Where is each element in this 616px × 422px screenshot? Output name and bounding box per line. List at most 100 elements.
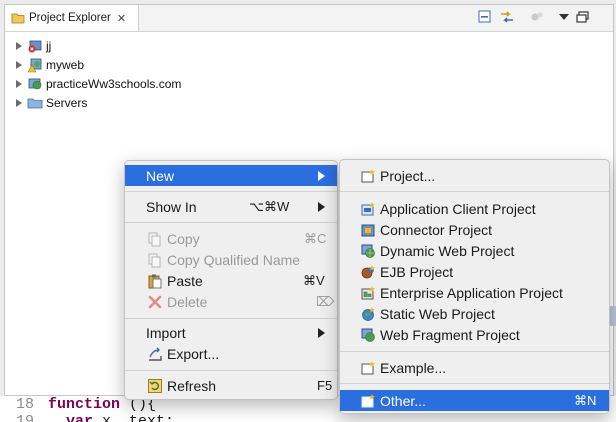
line-number: 18 [16, 396, 35, 413]
menu-item-label: New [146, 167, 175, 184]
new-example-icon [361, 360, 375, 374]
code-keyword: function [48, 396, 121, 413]
context-menu: New Show In ⌥⌘W Copy ⌘C Copy Qualified N… [124, 160, 338, 400]
tree-item-myweb[interactable]: myweb [11, 55, 613, 74]
folder-icon [27, 98, 43, 108]
menu-separator [125, 191, 337, 192]
menu-item-connector-project[interactable]: Connector Project [340, 219, 609, 240]
menu-item-paste[interactable]: Paste ⌘V [125, 270, 337, 291]
menu-separator [125, 222, 337, 223]
menu-item-shortcut: ⌥⌘W [249, 198, 290, 214]
menu-item-label: Dynamic Web Project [380, 242, 515, 259]
connector-project-icon [361, 224, 375, 236]
static-web-project-icon [362, 306, 375, 321]
new-project-icon [361, 168, 375, 182]
application-client-project-icon [361, 201, 375, 215]
menu-item-shortcut: ⌘N [574, 392, 597, 408]
tab-title: Project Explorer [29, 12, 111, 24]
menu-item-label: Project... [380, 167, 436, 184]
menu-separator [340, 383, 609, 384]
project-explorer-icon [11, 13, 25, 24]
menu-item-application-client-project[interactable]: Application Client Project [340, 198, 609, 219]
menu-item-copy-qualified-name[interactable]: Copy Qualified Name [125, 249, 337, 270]
menu-item-label: Connector Project [380, 221, 493, 238]
copy-icon [148, 232, 161, 246]
code-keyword: var [66, 413, 94, 422]
menu-item-example[interactable]: Example... [340, 357, 609, 378]
menu-item-shortcut: F5 [317, 378, 333, 393]
tree-item-servers[interactable]: Servers [11, 93, 613, 112]
menu-item-label: Web Fragment Project [380, 326, 520, 343]
link-with-editor-icon[interactable] [499, 9, 515, 25]
menu-item-label: Application Client Project [380, 200, 536, 217]
menu-separator [340, 351, 609, 352]
menu-item-label: Static Web Project [380, 305, 495, 322]
menu-item-shortcut: ⌘C [304, 230, 327, 246]
menu-item-label: Example... [380, 359, 447, 376]
menu-item-other[interactable]: Other... ⌘N [340, 390, 609, 411]
tree-item-label: jj [46, 38, 52, 53]
code-line: var x, text; [66, 413, 174, 422]
submenu-arrow-icon [318, 201, 325, 212]
tree-item-practiceww3schools[interactable]: practiceWw3schools.com [11, 74, 613, 93]
menu-item-dynamic-web-project[interactable]: Dynamic Web Project [340, 240, 609, 261]
menu-separator [340, 191, 609, 192]
menu-item-export[interactable]: Export... [125, 343, 337, 364]
expand-arrow-icon[interactable] [16, 98, 22, 107]
menu-item-refresh[interactable]: Refresh F5 [125, 375, 337, 396]
tree-item-jj[interactable]: jj [11, 36, 613, 55]
menu-item-label: Refresh [167, 377, 217, 394]
project-error-icon [28, 40, 42, 52]
tab-project-explorer[interactable]: Project Explorer ✕ [5, 5, 139, 31]
dynamic-web-project-icon [361, 244, 375, 258]
view-header: Project Explorer ✕ [5, 5, 613, 32]
expand-arrow-icon[interactable] [16, 60, 22, 69]
menu-item-enterprise-application-project[interactable]: Enterprise Application Project [340, 282, 609, 303]
close-icon[interactable]: ✕ [117, 12, 126, 25]
menu-item-label: Show In [146, 198, 197, 215]
menu-item-copy[interactable]: Copy ⌘C [125, 228, 337, 249]
menu-item-static-web-project[interactable]: Static Web Project [340, 303, 609, 324]
paste-icon [148, 274, 162, 288]
menu-item-label: Export... [167, 345, 220, 362]
menu-item-label: Other... [380, 392, 426, 409]
collapse-all-icon[interactable] [477, 9, 493, 25]
menu-item-ejb-project[interactable]: EJB Project [340, 261, 609, 282]
menu-item-label: Copy [167, 230, 200, 247]
new-submenu: Project... Application Client Project Co… [339, 159, 610, 414]
menu-item-new[interactable]: New [125, 165, 337, 186]
tree-item-label: myweb [46, 57, 85, 72]
menu-item-project[interactable]: Project... [340, 165, 609, 186]
web-fragment-project-icon [361, 328, 375, 342]
copy-qualified-name-icon [148, 253, 161, 267]
menu-item-shortcut: ⌘V [303, 272, 325, 288]
view-menu-icon[interactable] [556, 9, 572, 25]
maximize-icon[interactable] [575, 9, 591, 25]
menu-separator [125, 318, 337, 319]
new-other-icon [361, 393, 375, 407]
menu-separator [125, 370, 337, 371]
web-project-icon [28, 78, 42, 89]
menu-item-label: Import [146, 324, 186, 341]
menu-item-label: Paste [167, 272, 203, 289]
menu-item-shortcut: ⌦ [316, 293, 335, 309]
project-tree: jj myweb practiceWw3schools.com Servers [11, 36, 613, 112]
menu-item-label: Delete [167, 293, 208, 310]
web-project-warning-icon [27, 58, 42, 72]
expand-arrow-icon[interactable] [16, 79, 22, 88]
code-text: x, text; [93, 413, 175, 422]
tree-item-label: Servers [46, 95, 88, 110]
menu-item-label: EJB Project [380, 263, 454, 280]
submenu-arrow-icon [318, 170, 325, 181]
menu-item-delete[interactable]: Delete ⌦ [125, 291, 337, 312]
delete-icon [148, 295, 162, 308]
line-number: 19 [16, 413, 35, 422]
filter-icon[interactable] [529, 9, 545, 25]
menu-item-label: Copy Qualified Name [167, 251, 301, 268]
expand-arrow-icon[interactable] [16, 41, 22, 50]
ejb-project-icon [361, 264, 375, 278]
submenu-arrow-icon [318, 327, 325, 338]
menu-item-import[interactable]: Import [125, 322, 337, 343]
menu-item-show-in[interactable]: Show In ⌥⌘W [125, 196, 337, 217]
menu-item-web-fragment-project[interactable]: Web Fragment Project [340, 324, 609, 345]
